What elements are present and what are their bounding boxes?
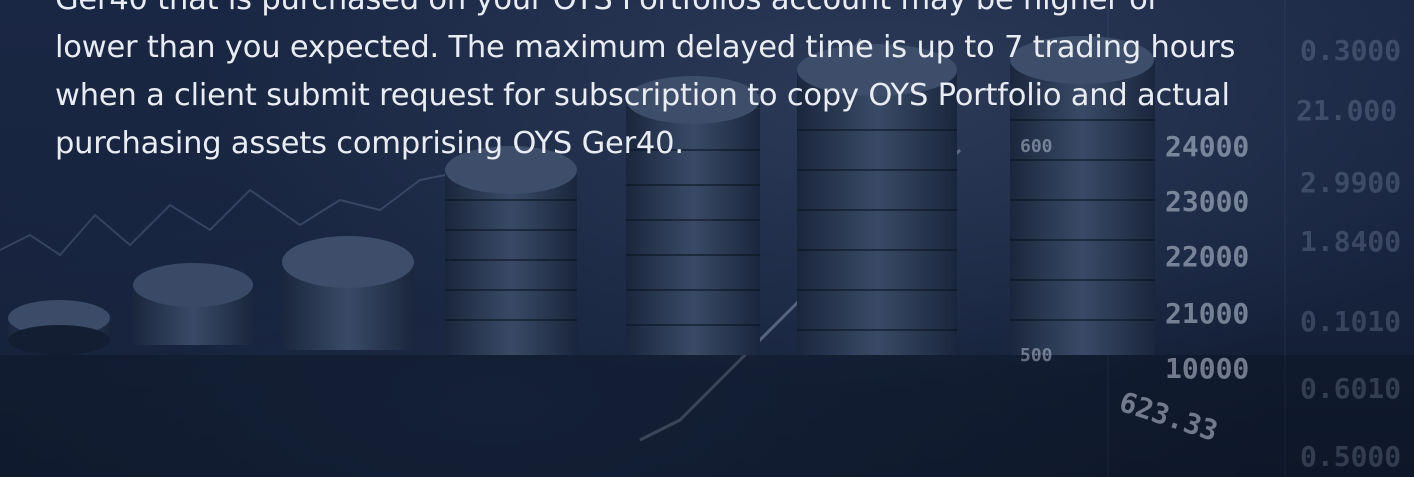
ticker-right-21: 21.000 — [1296, 94, 1398, 127]
paragraph-line-4: purchasing assets comprising OYS Ger40. — [55, 126, 684, 161]
paragraph-line-2: lower than you expected. The maximum del… — [55, 30, 1236, 65]
disclaimer-paragraph: Ger40 that is purchased on your OYS Port… — [55, 0, 1305, 168]
ticker-right-0b: 0.1010 — [1300, 305, 1402, 338]
ticker-right-0c: 0.6010 — [1300, 372, 1402, 405]
ticker-right-0d: 0.5000 — [1300, 440, 1402, 473]
paragraph-line-1: Ger40 that is purchased on your OYS Port… — [55, 0, 1305, 24]
ticker-price-21: 21000 — [1165, 297, 1250, 330]
ticker-right-2: 2.9900 — [1300, 166, 1402, 199]
ticker-stack-500: 500 — [1020, 345, 1053, 366]
ticker-price-22: 22000 — [1165, 240, 1250, 273]
coin-stack-4 — [445, 146, 577, 355]
ticker-right-0: 0.3000 — [1300, 34, 1402, 67]
ticker-right-1: 1.8400 — [1300, 225, 1402, 258]
ticker-price-23: 23000 — [1165, 185, 1250, 218]
chart-line — [0, 169, 471, 257]
coin-stack-3 — [282, 236, 414, 350]
paragraph-line-3: when a client submit request for subscri… — [55, 78, 1230, 113]
coin-stack-2 — [133, 263, 253, 345]
ticker-price-10: 10000 — [1165, 352, 1250, 385]
coin-stack-1 — [8, 300, 110, 355]
